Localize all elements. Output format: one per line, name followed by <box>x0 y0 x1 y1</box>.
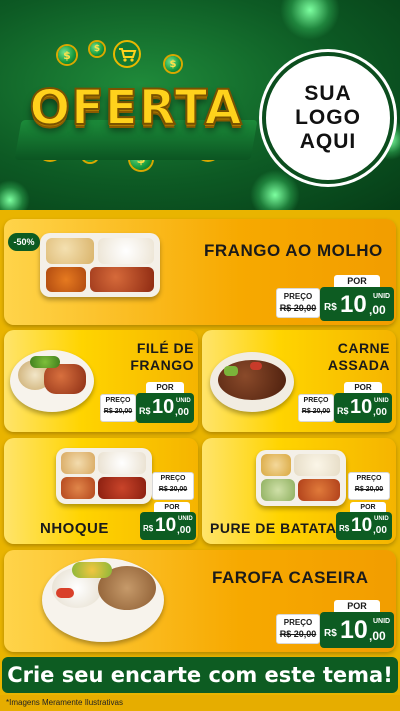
price-tag: PREÇO R$ 20,00 POR R$ 10 UNID ,00 <box>276 275 394 321</box>
sparkle-glow <box>280 0 340 40</box>
unit-label: UNID <box>373 293 391 300</box>
currency-symbol: R$ <box>324 628 337 639</box>
price-integer: 10 <box>340 616 368 644</box>
food-image-carne <box>210 352 294 412</box>
old-price-box: PREÇO R$ 20,00 <box>276 288 320 318</box>
price-cents: ,00 <box>177 525 191 536</box>
product-title: PURE DE BATATA <box>210 520 337 536</box>
title-line: FRANGO <box>130 357 194 373</box>
price-integer: 10 <box>351 515 373 536</box>
price-cents: ,00 <box>175 407 189 418</box>
old-price-box: PREÇO R$ 20,00 <box>298 394 334 422</box>
old-price-label: PREÇO <box>105 397 131 404</box>
product-title: FILÉ DE FRANGO <box>114 340 194 374</box>
old-price-box: PREÇO R$ 20,00 <box>276 614 320 644</box>
old-price-box: PREÇO R$ 20,00 <box>348 472 390 500</box>
old-price-box: PREÇO R$ 20,00 <box>152 472 194 500</box>
logo-placeholder[interactable]: SUA LOGO AQUI <box>262 52 394 184</box>
old-price-label: PREÇO <box>356 475 382 482</box>
logo-line: LOGO <box>295 106 361 129</box>
price-cents: ,00 <box>373 407 387 418</box>
old-price: R$ 20,00 <box>103 408 133 415</box>
currency-symbol: R$ <box>337 406 349 416</box>
currency-symbol: R$ <box>324 302 337 313</box>
old-price-label: PREÇO <box>283 618 313 627</box>
sparkle-glow <box>0 180 30 210</box>
new-price-box: R$ 10 UNID ,00 <box>136 393 194 423</box>
new-price-box: R$ 10 UNID ,00 <box>320 612 394 648</box>
oferta-title: OFERTA <box>28 79 243 137</box>
logo-line: SUA <box>304 82 352 105</box>
price-integer: 10 <box>350 396 373 418</box>
price-tag: PREÇO R$ 20,00 POR R$ 10 UNID ,00 <box>336 472 392 542</box>
new-price-box: R$ 10 UNID ,00 <box>320 287 394 321</box>
product-title: FRANGO AO MOLHO <box>204 241 383 260</box>
food-image-frango <box>40 233 160 297</box>
product-title: FAROFA CASEIRA <box>212 568 369 587</box>
price-integer: 10 <box>340 291 367 318</box>
old-price: R$ 20,00 <box>279 303 317 313</box>
price-tag: PREÇO R$ 20,00 POR R$ 10 UNID ,00 <box>298 382 392 424</box>
currency-symbol: R$ <box>143 524 154 533</box>
unit-label: UNID <box>374 398 389 404</box>
unit-label: UNID <box>176 398 191 404</box>
price-tag: PREÇO R$ 20,00 POR R$ 10 UNID ,00 <box>100 382 194 424</box>
product-card-pure-de-batata[interactable]: PURE DE BATATA PREÇO R$ 20,00 POR R$ 10 … <box>202 438 396 544</box>
old-price-label: PREÇO <box>283 292 313 301</box>
old-price: R$ 20,00 <box>158 486 188 493</box>
price-integer: 10 <box>155 515 177 536</box>
old-price: R$ 20,00 <box>301 408 331 415</box>
food-image-nhoque <box>56 448 152 504</box>
product-card-file-de-frango[interactable]: FILÉ DE FRANGO PREÇO R$ 20,00 POR R$ 10 … <box>4 330 198 432</box>
header-banner: $ $ $ $ $ $ $ OFERTA SUA LOGO AQUI <box>0 0 400 210</box>
price-tag: PREÇO R$ 20,00 POR R$ 10 UNID ,00 <box>276 600 394 648</box>
old-price-box: PREÇO R$ 20,00 <box>100 394 136 422</box>
new-price-box: R$ 10 UNID ,00 <box>140 512 196 540</box>
price-cents: ,00 <box>373 525 387 536</box>
sparkle-glow <box>250 170 300 210</box>
logo-line: AQUI <box>299 130 357 153</box>
unit-label: UNID <box>374 516 389 522</box>
title-line: FILÉ DE <box>136 340 194 356</box>
price-tag: PREÇO R$ 20,00 POR R$ 10 UNID ,00 <box>140 472 196 542</box>
product-card-nhoque[interactable]: NHOQUE PREÇO R$ 20,00 POR R$ 10 UNID ,00 <box>4 438 198 544</box>
discount-badge: -50% <box>8 233 40 251</box>
old-price: R$ 20,00 <box>279 629 317 639</box>
new-price-box: R$ 10 UNID ,00 <box>336 512 392 540</box>
old-price: R$ 20,00 <box>354 486 384 493</box>
shopping-cart-icon <box>112 40 142 68</box>
unit-label: UNID <box>178 516 193 522</box>
currency-symbol: R$ <box>139 406 151 416</box>
title-line: CARNE <box>337 340 390 356</box>
title-line: ASSADA <box>327 357 390 373</box>
unit-label: UNID <box>373 618 391 625</box>
old-price-label: PREÇO <box>160 475 186 482</box>
price-cents: ,00 <box>369 303 386 317</box>
product-card-frango-ao-molho[interactable]: -50% FRANGO AO MOLHO PREÇO R$ 20,00 POR … <box>4 219 396 325</box>
product-card-carne-assada[interactable]: CARNE ASSADA PREÇO R$ 20,00 POR R$ 10 UN… <box>202 330 396 432</box>
cta-banner[interactable]: Crie seu encarte com este tema! <box>2 657 398 693</box>
price-integer: 10 <box>152 396 175 418</box>
product-title: CARNE ASSADA <box>310 340 390 374</box>
food-image-file <box>10 350 94 412</box>
food-image-pure <box>256 450 346 506</box>
coin-icon: $ <box>58 46 76 64</box>
coin-icon: $ <box>90 42 104 56</box>
disclaimer-note: *Imagens Meramente Ilustrativas <box>6 698 123 707</box>
price-cents: ,00 <box>369 629 386 643</box>
product-card-farofa-caseira[interactable]: FAROFA CASEIRA PREÇO R$ 20,00 POR R$ 10 … <box>4 550 396 652</box>
product-title: NHOQUE <box>40 520 109 537</box>
currency-symbol: R$ <box>339 524 350 533</box>
food-image-farofa <box>42 558 164 642</box>
old-price-label: PREÇO <box>303 397 329 404</box>
oferta-title-banner: OFERTA <box>14 70 258 160</box>
new-price-box: R$ 10 UNID ,00 <box>334 393 392 423</box>
